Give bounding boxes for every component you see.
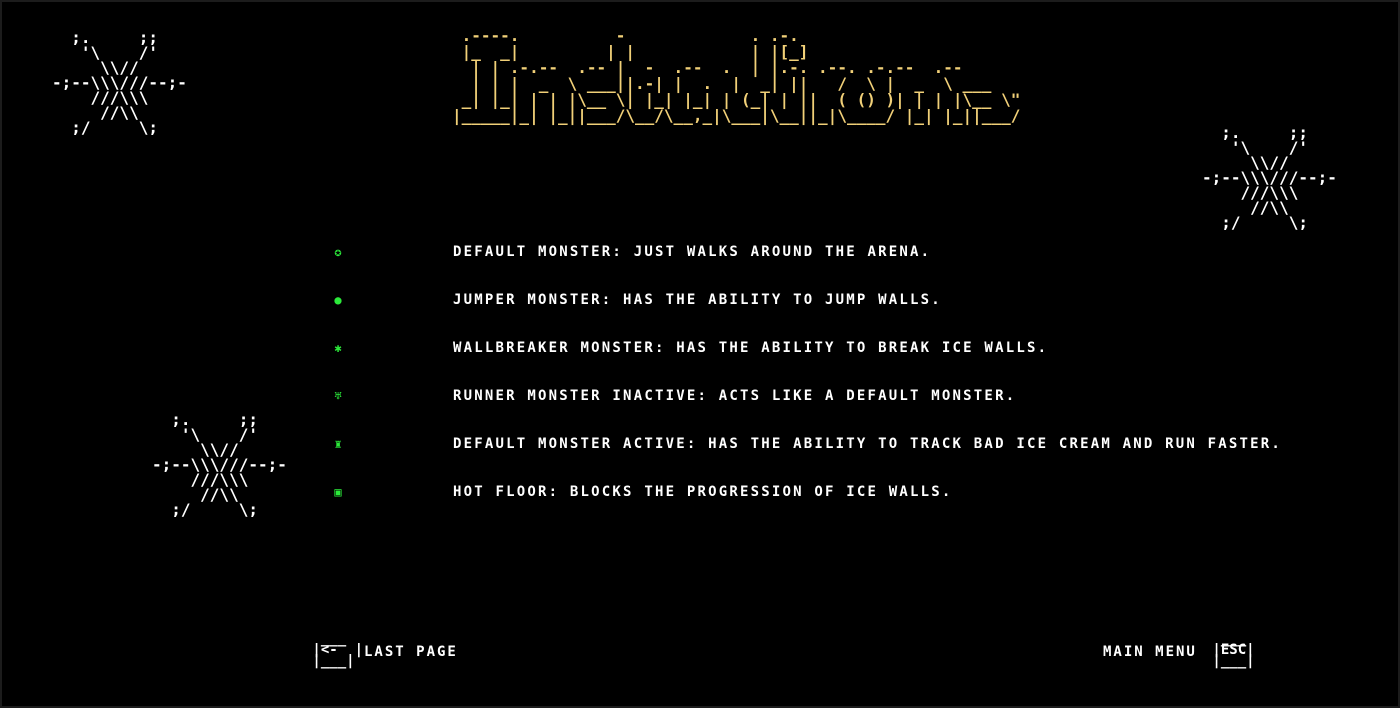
menu-key-label: ESC — [1220, 642, 1247, 658]
green-star-icon: ✪ — [334, 245, 342, 259]
green-bug-icon: ✱ — [334, 341, 342, 355]
page-title: .----. - . .-. |_ _| | | | |[_] | | .-.-… — [452, 26, 1021, 125]
snowflake-icon: ;. ;; '\ /' \\// -;--\\\///--;- ///\\\ /… — [52, 28, 187, 137]
legend-row-jumper-monster: ● Jumper monster: has the ability to jum… — [330, 292, 1330, 312]
legend-text: Wallbreaker monster: has the ability to … — [453, 340, 1049, 356]
green-tile-icon: ▣ — [334, 485, 342, 499]
green-blob-icon: ● — [334, 293, 342, 307]
esc-key-icon[interactable]: ___ |ESC| |___| — [1204, 632, 1254, 668]
snowflake-icon: ;. ;; '\ /' \\// -;--\\\///--;- ///\\\ /… — [1202, 123, 1337, 232]
last-page-button[interactable]: Last page — [364, 644, 458, 660]
legend-row-default-monster: ✪ Default monster: just walks around the… — [330, 244, 1330, 264]
legend-text: Runner monster inactive: acts like a def… — [453, 388, 1017, 404]
legend-row-runner-active: ♜ Default monster active: has the abilit… — [330, 436, 1330, 456]
main-menu-button[interactable]: Main menu — [1103, 644, 1197, 660]
green-creature-icon: ♅ — [334, 389, 342, 403]
legend-text: Jumper monster: has the ability to jump … — [453, 292, 942, 308]
snowflake-icon: ;. ;; '\ /' \\// -;--\\\///--;- ///\\\ /… — [152, 410, 287, 519]
legend-text: Default monster: just walks around the a… — [453, 244, 932, 260]
legend-row-wallbreaker-monster: ✱ Wallbreaker monster: has the ability t… — [330, 340, 1330, 360]
legend-row-runner-inactive: ♅ Runner monster inactive: acts like a d… — [330, 388, 1330, 408]
left-arrow-key-icon[interactable]: ___ |<- | |___| — [304, 632, 363, 668]
legend-text: Default monster active: has the ability … — [453, 436, 1283, 452]
legend-row-hot-floor: ▣ Hot floor: blocks the progression of i… — [330, 484, 1330, 504]
green-runner-icon: ♜ — [334, 437, 342, 451]
legend-text: Hot floor: blocks the progression of ice… — [453, 484, 953, 500]
back-key-label: <- — [320, 642, 338, 658]
